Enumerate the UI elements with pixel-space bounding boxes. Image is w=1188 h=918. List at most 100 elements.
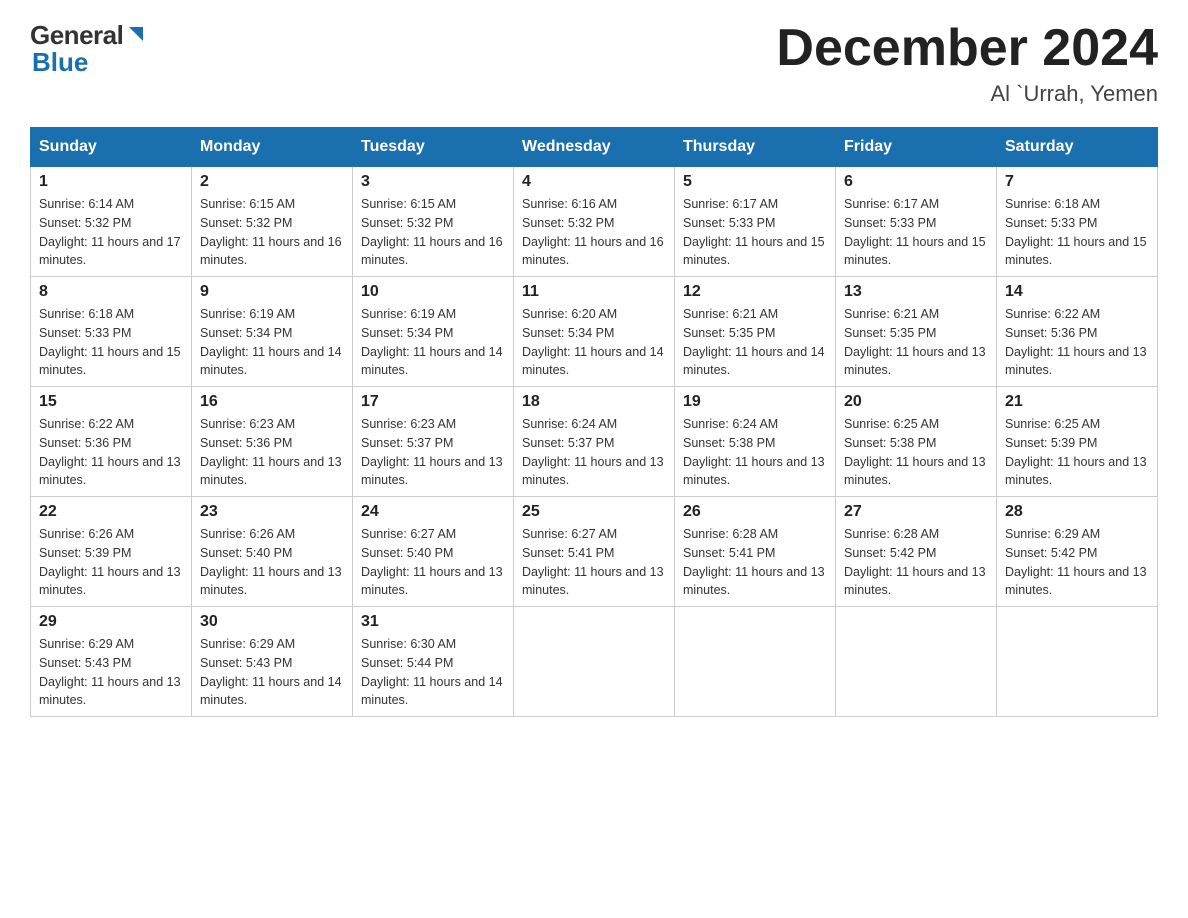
day-cell-9: 9 Sunrise: 6:19 AM Sunset: 5:34 PM Dayli…: [192, 277, 353, 387]
day-number: 24: [361, 503, 505, 521]
day-detail: Sunrise: 6:19 AM Sunset: 5:34 PM Dayligh…: [361, 305, 505, 380]
day-cell-6: 6 Sunrise: 6:17 AM Sunset: 5:33 PM Dayli…: [836, 167, 997, 277]
day-cell-10: 10 Sunrise: 6:19 AM Sunset: 5:34 PM Dayl…: [353, 277, 514, 387]
empty-cell: [675, 607, 836, 717]
day-detail: Sunrise: 6:15 AM Sunset: 5:32 PM Dayligh…: [200, 195, 344, 270]
day-cell-28: 28 Sunrise: 6:29 AM Sunset: 5:42 PM Dayl…: [997, 497, 1158, 607]
week-row-5: 29 Sunrise: 6:29 AM Sunset: 5:43 PM Dayl…: [31, 607, 1158, 717]
day-detail: Sunrise: 6:30 AM Sunset: 5:44 PM Dayligh…: [361, 635, 505, 710]
day-number: 25: [522, 503, 666, 521]
day-detail: Sunrise: 6:17 AM Sunset: 5:33 PM Dayligh…: [683, 195, 827, 270]
logo-blue-text: Blue: [32, 47, 88, 78]
day-number: 7: [1005, 173, 1149, 191]
page-header: General Blue December 2024 Al `Urrah, Ye…: [30, 20, 1158, 107]
day-number: 22: [39, 503, 183, 521]
day-detail: Sunrise: 6:28 AM Sunset: 5:42 PM Dayligh…: [844, 525, 988, 600]
day-detail: Sunrise: 6:18 AM Sunset: 5:33 PM Dayligh…: [1005, 195, 1149, 270]
day-number: 3: [361, 173, 505, 191]
day-number: 12: [683, 283, 827, 301]
day-cell-7: 7 Sunrise: 6:18 AM Sunset: 5:33 PM Dayli…: [997, 167, 1158, 277]
day-detail: Sunrise: 6:29 AM Sunset: 5:42 PM Dayligh…: [1005, 525, 1149, 600]
day-number: 28: [1005, 503, 1149, 521]
day-cell-19: 19 Sunrise: 6:24 AM Sunset: 5:38 PM Dayl…: [675, 387, 836, 497]
day-number: 8: [39, 283, 183, 301]
weekday-header-wednesday: Wednesday: [514, 128, 675, 167]
day-cell-27: 27 Sunrise: 6:28 AM Sunset: 5:42 PM Dayl…: [836, 497, 997, 607]
day-cell-31: 31 Sunrise: 6:30 AM Sunset: 5:44 PM Dayl…: [353, 607, 514, 717]
day-number: 27: [844, 503, 988, 521]
day-detail: Sunrise: 6:16 AM Sunset: 5:32 PM Dayligh…: [522, 195, 666, 270]
day-cell-22: 22 Sunrise: 6:26 AM Sunset: 5:39 PM Dayl…: [31, 497, 192, 607]
weekday-header-row: SundayMondayTuesdayWednesdayThursdayFrid…: [31, 128, 1158, 167]
weekday-header-saturday: Saturday: [997, 128, 1158, 167]
day-cell-8: 8 Sunrise: 6:18 AM Sunset: 5:33 PM Dayli…: [31, 277, 192, 387]
day-cell-3: 3 Sunrise: 6:15 AM Sunset: 5:32 PM Dayli…: [353, 167, 514, 277]
day-cell-29: 29 Sunrise: 6:29 AM Sunset: 5:43 PM Dayl…: [31, 607, 192, 717]
day-number: 20: [844, 393, 988, 411]
calendar-subtitle: Al `Urrah, Yemen: [776, 81, 1158, 107]
empty-cell: [836, 607, 997, 717]
day-number: 18: [522, 393, 666, 411]
day-number: 26: [683, 503, 827, 521]
day-detail: Sunrise: 6:22 AM Sunset: 5:36 PM Dayligh…: [1005, 305, 1149, 380]
day-detail: Sunrise: 6:20 AM Sunset: 5:34 PM Dayligh…: [522, 305, 666, 380]
day-detail: Sunrise: 6:21 AM Sunset: 5:35 PM Dayligh…: [844, 305, 988, 380]
day-number: 10: [361, 283, 505, 301]
day-detail: Sunrise: 6:24 AM Sunset: 5:37 PM Dayligh…: [522, 415, 666, 490]
day-number: 1: [39, 173, 183, 191]
day-cell-4: 4 Sunrise: 6:16 AM Sunset: 5:32 PM Dayli…: [514, 167, 675, 277]
day-cell-24: 24 Sunrise: 6:27 AM Sunset: 5:40 PM Dayl…: [353, 497, 514, 607]
day-cell-17: 17 Sunrise: 6:23 AM Sunset: 5:37 PM Dayl…: [353, 387, 514, 497]
day-number: 17: [361, 393, 505, 411]
day-cell-18: 18 Sunrise: 6:24 AM Sunset: 5:37 PM Dayl…: [514, 387, 675, 497]
day-cell-30: 30 Sunrise: 6:29 AM Sunset: 5:43 PM Dayl…: [192, 607, 353, 717]
day-detail: Sunrise: 6:23 AM Sunset: 5:36 PM Dayligh…: [200, 415, 344, 490]
day-detail: Sunrise: 6:28 AM Sunset: 5:41 PM Dayligh…: [683, 525, 827, 600]
day-cell-1: 1 Sunrise: 6:14 AM Sunset: 5:32 PM Dayli…: [31, 167, 192, 277]
day-number: 5: [683, 173, 827, 191]
title-block: December 2024 Al `Urrah, Yemen: [776, 20, 1158, 107]
logo-arrow-icon: [125, 23, 147, 50]
day-cell-25: 25 Sunrise: 6:27 AM Sunset: 5:41 PM Dayl…: [514, 497, 675, 607]
day-number: 15: [39, 393, 183, 411]
weekday-header-tuesday: Tuesday: [353, 128, 514, 167]
day-number: 2: [200, 173, 344, 191]
day-number: 19: [683, 393, 827, 411]
week-row-4: 22 Sunrise: 6:26 AM Sunset: 5:39 PM Dayl…: [31, 497, 1158, 607]
day-number: 13: [844, 283, 988, 301]
day-cell-2: 2 Sunrise: 6:15 AM Sunset: 5:32 PM Dayli…: [192, 167, 353, 277]
day-detail: Sunrise: 6:25 AM Sunset: 5:38 PM Dayligh…: [844, 415, 988, 490]
logo: General Blue: [30, 20, 147, 78]
day-detail: Sunrise: 6:27 AM Sunset: 5:40 PM Dayligh…: [361, 525, 505, 600]
day-cell-12: 12 Sunrise: 6:21 AM Sunset: 5:35 PM Dayl…: [675, 277, 836, 387]
weekday-header-sunday: Sunday: [31, 128, 192, 167]
day-detail: Sunrise: 6:25 AM Sunset: 5:39 PM Dayligh…: [1005, 415, 1149, 490]
day-number: 14: [1005, 283, 1149, 301]
day-detail: Sunrise: 6:21 AM Sunset: 5:35 PM Dayligh…: [683, 305, 827, 380]
day-detail: Sunrise: 6:23 AM Sunset: 5:37 PM Dayligh…: [361, 415, 505, 490]
day-number: 31: [361, 613, 505, 631]
day-number: 16: [200, 393, 344, 411]
day-detail: Sunrise: 6:19 AM Sunset: 5:34 PM Dayligh…: [200, 305, 344, 380]
day-number: 6: [844, 173, 988, 191]
day-number: 11: [522, 283, 666, 301]
day-cell-11: 11 Sunrise: 6:20 AM Sunset: 5:34 PM Dayl…: [514, 277, 675, 387]
day-number: 9: [200, 283, 344, 301]
day-number: 4: [522, 173, 666, 191]
day-detail: Sunrise: 6:24 AM Sunset: 5:38 PM Dayligh…: [683, 415, 827, 490]
day-detail: Sunrise: 6:18 AM Sunset: 5:33 PM Dayligh…: [39, 305, 183, 380]
day-detail: Sunrise: 6:26 AM Sunset: 5:40 PM Dayligh…: [200, 525, 344, 600]
calendar-title: December 2024: [776, 20, 1158, 77]
day-cell-15: 15 Sunrise: 6:22 AM Sunset: 5:36 PM Dayl…: [31, 387, 192, 497]
day-cell-5: 5 Sunrise: 6:17 AM Sunset: 5:33 PM Dayli…: [675, 167, 836, 277]
weekday-header-friday: Friday: [836, 128, 997, 167]
empty-cell: [997, 607, 1158, 717]
day-detail: Sunrise: 6:27 AM Sunset: 5:41 PM Dayligh…: [522, 525, 666, 600]
day-detail: Sunrise: 6:14 AM Sunset: 5:32 PM Dayligh…: [39, 195, 183, 270]
day-number: 29: [39, 613, 183, 631]
day-cell-26: 26 Sunrise: 6:28 AM Sunset: 5:41 PM Dayl…: [675, 497, 836, 607]
day-detail: Sunrise: 6:26 AM Sunset: 5:39 PM Dayligh…: [39, 525, 183, 600]
day-detail: Sunrise: 6:29 AM Sunset: 5:43 PM Dayligh…: [200, 635, 344, 710]
weekday-header-thursday: Thursday: [675, 128, 836, 167]
day-cell-20: 20 Sunrise: 6:25 AM Sunset: 5:38 PM Dayl…: [836, 387, 997, 497]
